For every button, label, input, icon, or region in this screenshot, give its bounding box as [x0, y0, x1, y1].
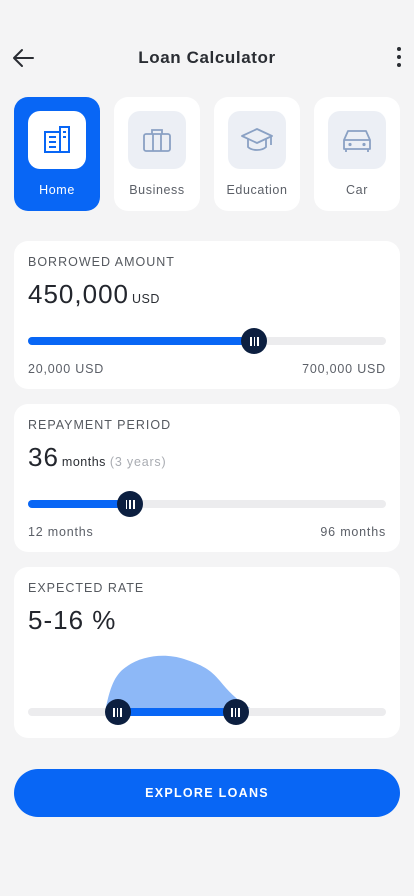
min-amount-label: 20,000 USD [28, 362, 105, 376]
repayment-period-slider[interactable] [28, 491, 386, 517]
min-period-label: 12 months [28, 525, 94, 539]
category-label: Home [39, 183, 75, 197]
repayment-period-value: 36 [28, 442, 59, 472]
slider-thumb-high[interactable] [222, 699, 249, 725]
explore-loans-button[interactable]: EXPLORE LOANS [14, 769, 400, 817]
slider-thumb[interactable] [117, 491, 144, 517]
repayment-period-label: REPAYMENT PERIOD [28, 418, 172, 432]
slider-fill [28, 500, 131, 508]
category-label: Business [129, 183, 185, 197]
slider-fill [28, 337, 255, 345]
max-amount-label: 700,000 USD [302, 362, 386, 376]
slider-range-fill [117, 708, 236, 716]
more-vertical-icon [397, 47, 401, 51]
expected-rate-range-slider[interactable] [28, 699, 386, 725]
category-label: Education [226, 183, 288, 197]
page-title: Loan Calculator [138, 48, 276, 67]
repayment-period-card: REPAYMENT PERIOD 36 months (3 years) 12 mo… [14, 404, 400, 552]
slider-thumb-low[interactable] [104, 699, 131, 725]
borrowed-amount-slider[interactable] [28, 328, 386, 354]
currency-unit: USD [131, 292, 160, 306]
category-car[interactable]: Car [314, 97, 400, 211]
category-label: Car [346, 183, 368, 197]
borrowed-amount-label: BORROWED AMOUNT [28, 255, 175, 269]
expected-rate-card: EXPECTED RATE 5-16 % [14, 567, 400, 738]
repayment-period-value-row: 36 months (3 years) [28, 442, 166, 473]
more-menu-button[interactable] [392, 44, 406, 70]
slider-thumb[interactable] [241, 328, 268, 354]
building-icon [44, 126, 70, 153]
briefcase-icon [143, 129, 171, 152]
category-home[interactable]: Home [14, 97, 100, 211]
graduation-cap-icon [241, 128, 273, 151]
borrowed-amount-card: BORROWED AMOUNT 450,000 USD 20,000 USD 70… [14, 241, 400, 389]
borrowed-amount-value: 450,000 [28, 279, 129, 309]
car-icon [343, 130, 371, 152]
category-business[interactable]: Business [114, 97, 200, 211]
loan-category-list: Home Business Education Car [14, 97, 400, 211]
period-years-note: (3 years) [109, 455, 167, 469]
period-unit: months [61, 455, 106, 469]
max-period-label: 96 months [320, 525, 386, 539]
category-education[interactable]: Education [214, 97, 300, 211]
borrowed-amount-value-row: 450,000 USD [28, 279, 160, 310]
